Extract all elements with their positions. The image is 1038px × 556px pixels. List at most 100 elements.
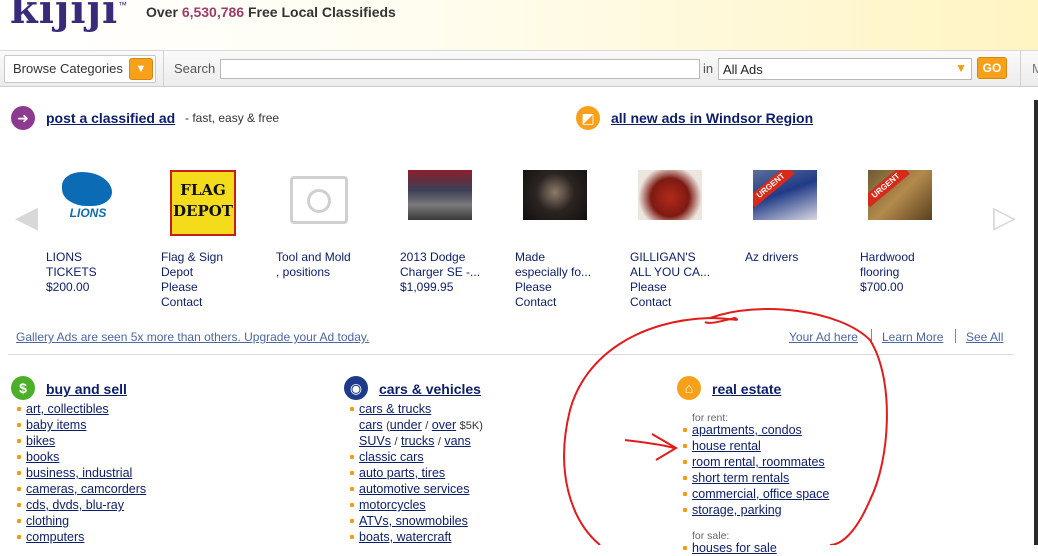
category-link[interactable]: room rental, roommates [692, 455, 825, 469]
list-item[interactable]: apartments, condos [682, 422, 829, 438]
category-link[interactable]: classic cars [359, 450, 424, 464]
category-link[interactable]: ATVs, snowmobiles [359, 514, 468, 528]
category-link[interactable]: boats, watercraft [359, 530, 451, 544]
category-link[interactable]: computers [26, 530, 84, 544]
category-link[interactable]: automotive services [359, 482, 469, 496]
learn-more-link[interactable]: Learn More [882, 330, 943, 344]
camera-placeholder-icon[interactable] [290, 176, 348, 224]
category-link[interactable]: business, industrial [26, 466, 132, 480]
browse-categories-label: Browse Categories [13, 61, 123, 76]
list-item[interactable]: books [16, 449, 146, 465]
category-buy-and-sell[interactable]: buy and sell [46, 381, 127, 397]
rss-icon[interactable]: ◩ [576, 106, 600, 130]
gallery-item-text[interactable]: Made especially fo... Please Contact [515, 250, 619, 310]
gallery-item-text[interactable]: Hardwood flooring $700.00 [860, 250, 964, 295]
category-link[interactable]: storage, parking [692, 503, 782, 517]
category-link[interactable]: short term rentals [692, 471, 789, 485]
truck-image[interactable]: URGENT [753, 170, 817, 220]
hardwood-image[interactable]: URGENT [868, 170, 932, 220]
category-link[interactable]: cameras, camcorders [26, 482, 146, 496]
list-item[interactable]: bikes [16, 433, 146, 449]
category-link[interactable]: cds, dvds, blu-ray [26, 498, 124, 512]
list-item[interactable]: boats, watercraft [350, 529, 483, 545]
list-item[interactable]: classic cars [350, 449, 483, 465]
list-item[interactable]: cds, dvds, blu-ray [16, 497, 146, 513]
made-especially-image[interactable] [523, 170, 587, 220]
dodge-charger-image[interactable] [408, 170, 472, 220]
search-input[interactable] [220, 59, 700, 79]
dollar-icon[interactable]: $ [11, 376, 35, 400]
gallery-line: Please [515, 280, 552, 294]
list-item[interactable]: computers [16, 529, 146, 545]
gallery-line: especially fo... [515, 265, 592, 279]
category-cars-vehicles[interactable]: cars & vehicles [379, 381, 481, 397]
list-item[interactable]: motorcycles [350, 497, 483, 513]
list-item[interactable]: houses for sale [683, 540, 777, 556]
category-link[interactable]: bikes [26, 434, 55, 448]
list-item[interactable]: automotive services [350, 481, 483, 497]
category-link[interactable]: auto parts, tires [359, 466, 445, 480]
cars-link[interactable]: cars [359, 418, 383, 432]
go-button[interactable]: GO [977, 57, 1007, 79]
category-link[interactable]: cars & trucks [359, 402, 431, 416]
gallery-prev-arrow-icon[interactable]: ◀ [15, 200, 38, 235]
kijiji-logo[interactable]: kijiji [10, 0, 118, 33]
category-link[interactable]: house rental [692, 439, 761, 453]
list-item[interactable]: auto parts, tires [350, 465, 483, 481]
list-item[interactable]: cars & trucks [350, 401, 483, 417]
list-item[interactable]: room rental, roommates [682, 454, 829, 470]
list-item[interactable]: commercial, office space [682, 486, 829, 502]
category-link[interactable]: motorcycles [359, 498, 426, 512]
category-link[interactable]: commercial, office space [692, 487, 829, 501]
gallery-item-text[interactable]: Tool and Mold , positions [276, 250, 380, 280]
list-item[interactable]: short term rentals [682, 470, 829, 486]
suvs-link[interactable]: SUVs [359, 434, 391, 448]
gallery-line: Contact [515, 295, 557, 309]
category-link[interactable]: clothing [26, 514, 69, 528]
gallery-line: LIONS [46, 250, 83, 264]
truncated-menu-label[interactable]: M [1032, 61, 1038, 76]
browse-categories-button[interactable]: Browse Categories ▼ [4, 55, 156, 83]
gallery-item-text[interactable]: Flag & Sign Depot Please Contact [161, 250, 265, 310]
list-item[interactable]: cameras, camcorders [16, 481, 146, 497]
gallery-item-text[interactable]: GILLIGAN'S ALL YOU CA... Please Contact [630, 250, 734, 310]
gallery-next-arrow-icon[interactable]: ▷ [993, 200, 1016, 235]
house-icon[interactable]: ⌂ [677, 376, 701, 400]
gallery-upgrade-link[interactable]: Gallery Ads are seen 5x more than others… [16, 330, 369, 344]
gallery-item-text[interactable]: 2013 Dodge Charger SE -... $1,099.95 [400, 250, 504, 295]
list-item[interactable]: clothing [16, 513, 146, 529]
category-real-estate[interactable]: real estate [712, 381, 781, 397]
list-item[interactable]: art, collectibles [16, 401, 146, 417]
under-link[interactable]: under [390, 418, 422, 432]
lions-logo-image[interactable]: LIONS [56, 170, 120, 220]
trucks-link[interactable]: trucks [401, 434, 434, 448]
see-all-link[interactable]: See All [966, 330, 1003, 344]
category-link[interactable]: baby items [26, 418, 86, 432]
post-ad-link[interactable]: post a classified ad [46, 110, 175, 126]
category-link[interactable]: art, collectibles [26, 402, 109, 416]
gallery-price: $1,099.95 [400, 280, 454, 294]
gallery-item-text[interactable]: Az drivers [745, 250, 849, 265]
ad-count: 6,530,786 [181, 4, 245, 20]
list-item[interactable]: ATVs, snowmobiles [350, 513, 483, 529]
category-link[interactable]: houses for sale [692, 541, 777, 555]
category-link[interactable]: books [26, 450, 59, 464]
list-item[interactable]: storage, parking [682, 502, 829, 518]
ad-scope-select[interactable]: All Ads ▼ [718, 58, 972, 80]
gallery-line: Flag & Sign [161, 250, 224, 264]
category-link[interactable]: apartments, condos [692, 423, 802, 437]
slash: / [425, 420, 429, 432]
arrow-right-icon[interactable]: ➜ [11, 106, 35, 130]
vans-link[interactable]: vans [444, 434, 470, 448]
car-icon[interactable]: ◉ [344, 376, 368, 400]
list-item: cars (under / over $5K) [359, 417, 483, 433]
gallery-item-text[interactable]: LIONS TICKETS $200.00 [46, 250, 150, 295]
over-link[interactable]: over [432, 418, 456, 432]
your-ad-here-link[interactable]: Your Ad here [789, 330, 858, 344]
list-item[interactable]: baby items [16, 417, 146, 433]
all-new-ads-link[interactable]: all new ads in Windsor Region [611, 110, 813, 126]
list-item[interactable]: house rental [682, 438, 829, 454]
list-item[interactable]: business, industrial [16, 465, 146, 481]
flag-depot-image[interactable]: FLAG DEPOT [170, 170, 236, 236]
gilligans-image[interactable] [638, 170, 702, 220]
